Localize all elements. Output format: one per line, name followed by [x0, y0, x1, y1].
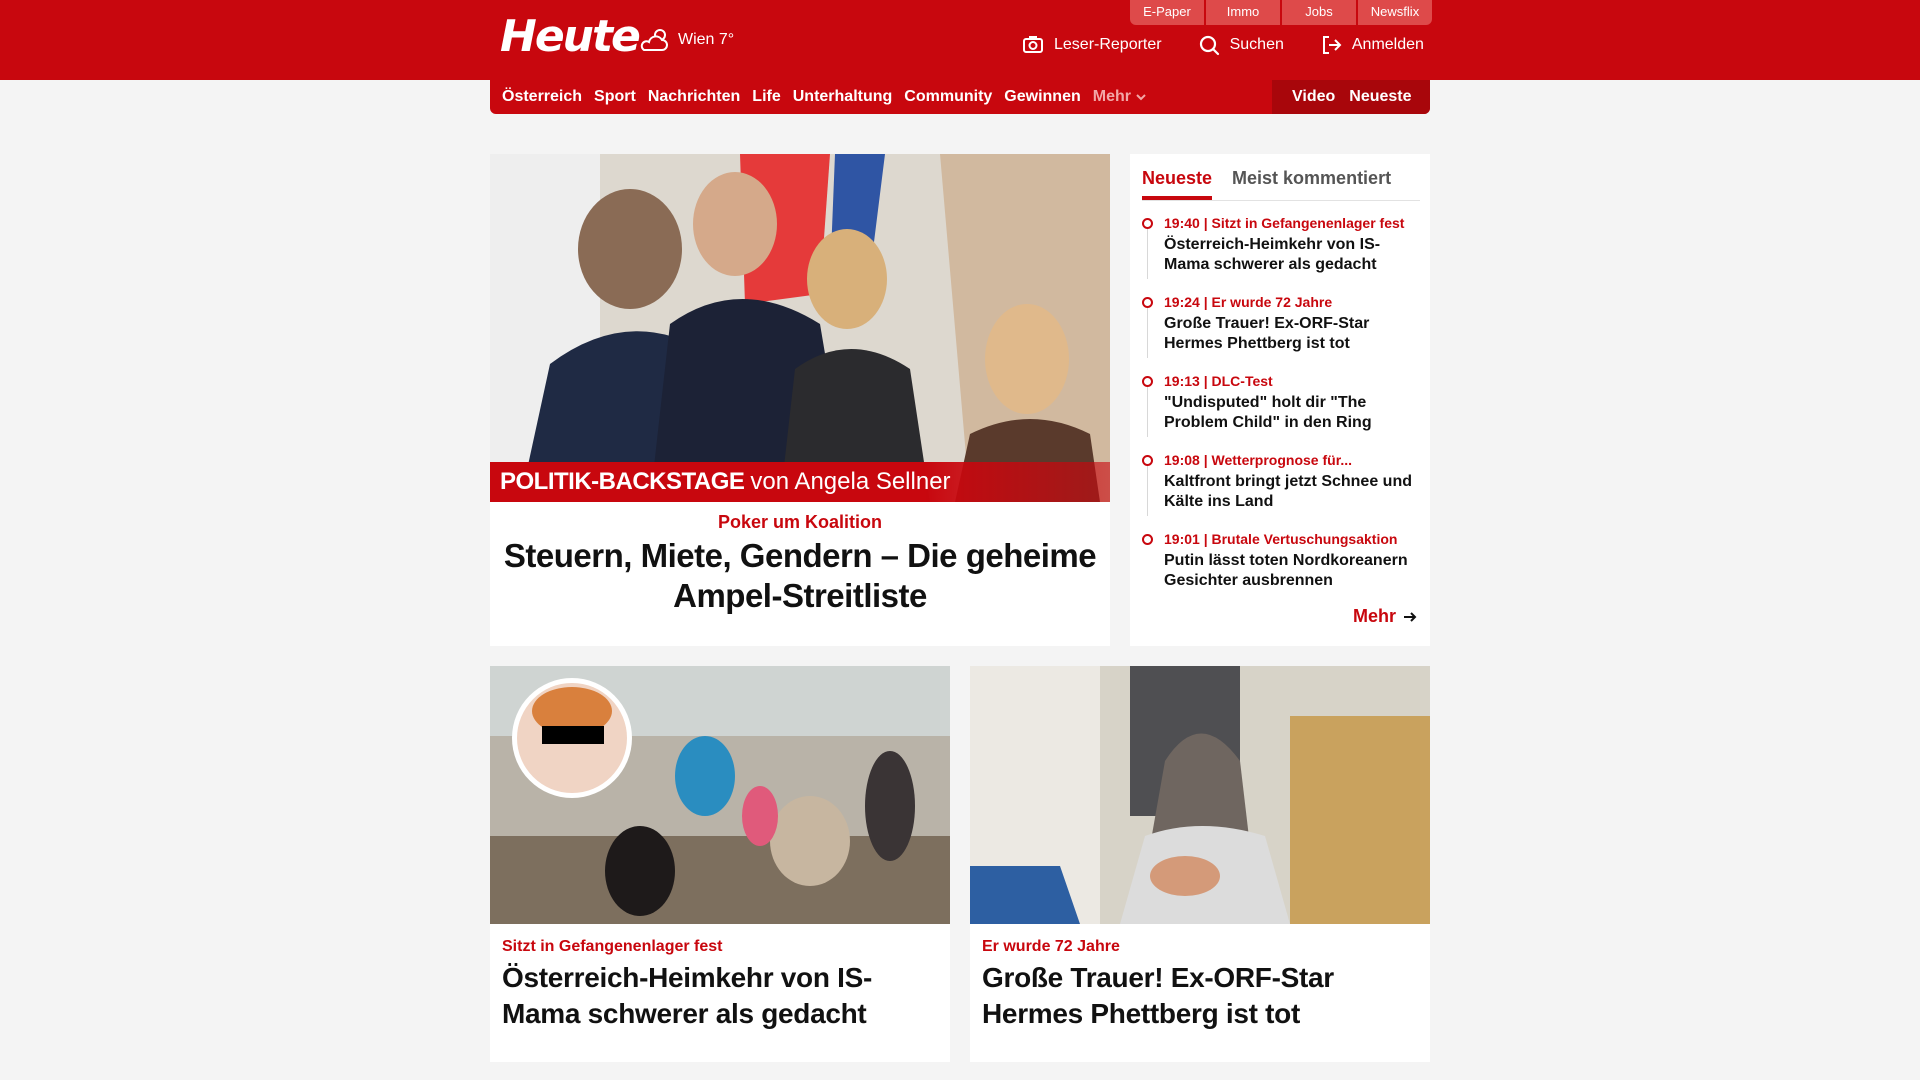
- cloud-sun-icon: [640, 29, 668, 51]
- ticker-item[interactable]: 19:01 | Brutale Vertuschungsaktion Putin…: [1142, 530, 1422, 609]
- ticker-tabs: Neueste Meist kommentiert: [1142, 162, 1420, 201]
- nav-right-group: Video Neueste: [1272, 80, 1430, 114]
- nav-item-oesterreich[interactable]: Österreich: [502, 88, 582, 106]
- nav-more-label: Mehr: [1092, 88, 1131, 105]
- ticker-meta: 19:24 | Er wurde 72 Jahre: [1164, 294, 1333, 310]
- heute-logo[interactable]: Heute: [500, 12, 641, 62]
- news-ticker-sidebar: Neueste Meist kommentiert 19:40 | Sitzt …: [1130, 154, 1430, 646]
- portrait-photo-illustration: [970, 666, 1430, 924]
- tab-meist-kommentiert[interactable]: Meist kommentiert: [1232, 162, 1391, 200]
- arrow-right-icon: [1404, 611, 1417, 622]
- timeline-dot: [1142, 455, 1153, 466]
- article-card[interactable]: Er wurde 72 Jahre Große Trauer! Ex-ORF-S…: [970, 666, 1430, 1062]
- hero-title[interactable]: Steuern, Miete, Gendern – Die geheime Am…: [490, 536, 1110, 616]
- service-tab-epaper[interactable]: E-Paper: [1130, 0, 1204, 25]
- article-title: Österreich-Heimkehr von IS-Mama schwerer…: [502, 962, 873, 1029]
- hero-banner-author: von Angela Sellner: [750, 468, 951, 495]
- nav-item-sport[interactable]: Sport: [594, 88, 636, 106]
- article-kicker: Er wurde 72 Jahre: [982, 938, 1120, 955]
- article-image: [970, 666, 1430, 924]
- nav-item-nachrichten[interactable]: Nachrichten: [648, 88, 740, 106]
- nav-item-gewinnen[interactable]: Gewinnen: [1004, 88, 1080, 106]
- tab-neueste[interactable]: Neueste: [1142, 162, 1213, 200]
- ticker-title: Putin lässt toten Nordkoreanern Gesichte…: [1164, 552, 1408, 589]
- service-tabs: E-Paper Immo Jobs Newsflix: [1130, 0, 1432, 25]
- ticker-more-link[interactable]: Mehr: [1353, 606, 1418, 627]
- article-card[interactable]: Sitzt in Gefangenenlager fest Österreich…: [490, 666, 950, 1062]
- search-button[interactable]: Suchen: [1198, 34, 1284, 56]
- hero-image: POLITIK-BACKSTAGE von Angela Sellner: [490, 154, 1110, 502]
- main-nav: Österreich Sport Nachrichten Life Unterh…: [490, 80, 1430, 114]
- ticker-item[interactable]: 19:40 | Sitzt in Gefangenenlager fest Ös…: [1142, 214, 1422, 293]
- chevron-down-icon: [1136, 94, 1146, 101]
- timeline-line: [1147, 229, 1148, 279]
- timeline-dot: [1142, 218, 1153, 229]
- ticker-title: Kaltfront bringt jetzt Schnee und Kälte …: [1164, 473, 1412, 510]
- nav-more-dropdown[interactable]: Mehr: [1093, 88, 1147, 106]
- hero-banner: POLITIK-BACKSTAGE von Angela Sellner: [490, 462, 1110, 502]
- service-tab-immo[interactable]: Immo: [1206, 0, 1280, 25]
- article-title: Große Trauer! Ex-ORF-Star Hermes Phettbe…: [982, 962, 1334, 1029]
- nav-item-neueste[interactable]: Neueste: [1349, 88, 1411, 106]
- nav-item-unterhaltung[interactable]: Unterhaltung: [793, 88, 893, 106]
- hero-kicker: Poker um Koalition: [717, 512, 883, 532]
- article-image: [490, 666, 950, 924]
- hero-photo-illustration: [490, 154, 1110, 502]
- hero-article[interactable]: POLITIK-BACKSTAGE von Angela Sellner Pok…: [490, 154, 1110, 646]
- login-button[interactable]: Anmelden: [1320, 34, 1424, 56]
- search-icon: [1199, 35, 1219, 56]
- service-tab-newsflix[interactable]: Newsflix: [1358, 0, 1432, 25]
- ticker-title: Große Trauer! Ex-ORF-Star Hermes Phettbe…: [1164, 315, 1370, 352]
- weather-text: Wien 7°: [678, 31, 735, 48]
- login-label: Anmelden: [1351, 36, 1424, 53]
- timeline-line: [1147, 466, 1148, 516]
- leser-reporter-button[interactable]: Leser-Reporter: [1022, 34, 1162, 56]
- weather-widget[interactable]: Wien 7°: [638, 26, 734, 54]
- ticker-title: Österreich-Heimkehr von IS-Mama schwerer…: [1164, 236, 1381, 273]
- timeline-line: [1147, 387, 1148, 437]
- ticker-item[interactable]: 19:24 | Er wurde 72 Jahre Große Trauer! …: [1142, 293, 1422, 372]
- article-kicker: Sitzt in Gefangenenlager fest: [502, 938, 723, 955]
- ticker-more-label: Mehr: [1352, 606, 1396, 626]
- top-header: Heute Wien 7° E-Paper Immo Jobs Newsflix…: [0, 0, 1920, 80]
- ticker-meta: 19:08 | Wetterprognose für...: [1164, 452, 1353, 468]
- nav-item-video[interactable]: Video: [1292, 88, 1335, 106]
- nav-item-life[interactable]: Life: [752, 88, 780, 106]
- leser-reporter-label: Leser-Reporter: [1054, 36, 1162, 53]
- nav-item-community[interactable]: Community: [904, 88, 992, 106]
- timeline-line: [1147, 308, 1148, 358]
- search-label: Suchen: [1229, 36, 1284, 53]
- ticker-title: "Undisputed" holt dir "The Problem Child…: [1164, 394, 1372, 431]
- service-tab-jobs[interactable]: Jobs: [1282, 0, 1356, 25]
- hero-banner-bold: POLITIK-BACKSTAGE: [500, 468, 745, 495]
- ticker-item[interactable]: 19:08 | Wetterprognose für... Kaltfront …: [1142, 451, 1422, 530]
- ticker-item[interactable]: 19:13 | DLC-Test "Undisputed" holt dir "…: [1142, 372, 1422, 451]
- timeline-dot: [1142, 534, 1153, 545]
- login-icon: [1322, 36, 1342, 54]
- header-actions: Leser-Reporter Suchen Anmelden: [1022, 34, 1424, 56]
- timeline-dot: [1142, 376, 1153, 387]
- timeline-dot: [1142, 297, 1153, 308]
- ticker-meta: 19:40 | Sitzt in Gefangenenlager fest: [1164, 215, 1405, 231]
- ticker-meta: 19:01 | Brutale Vertuschungsaktion: [1164, 531, 1398, 547]
- ticker-meta: 19:13 | DLC-Test: [1164, 373, 1273, 389]
- ticker-list: 19:40 | Sitzt in Gefangenenlager fest Ös…: [1142, 214, 1422, 609]
- camera-icon: [1023, 36, 1043, 53]
- camp-photo-illustration: [490, 666, 950, 924]
